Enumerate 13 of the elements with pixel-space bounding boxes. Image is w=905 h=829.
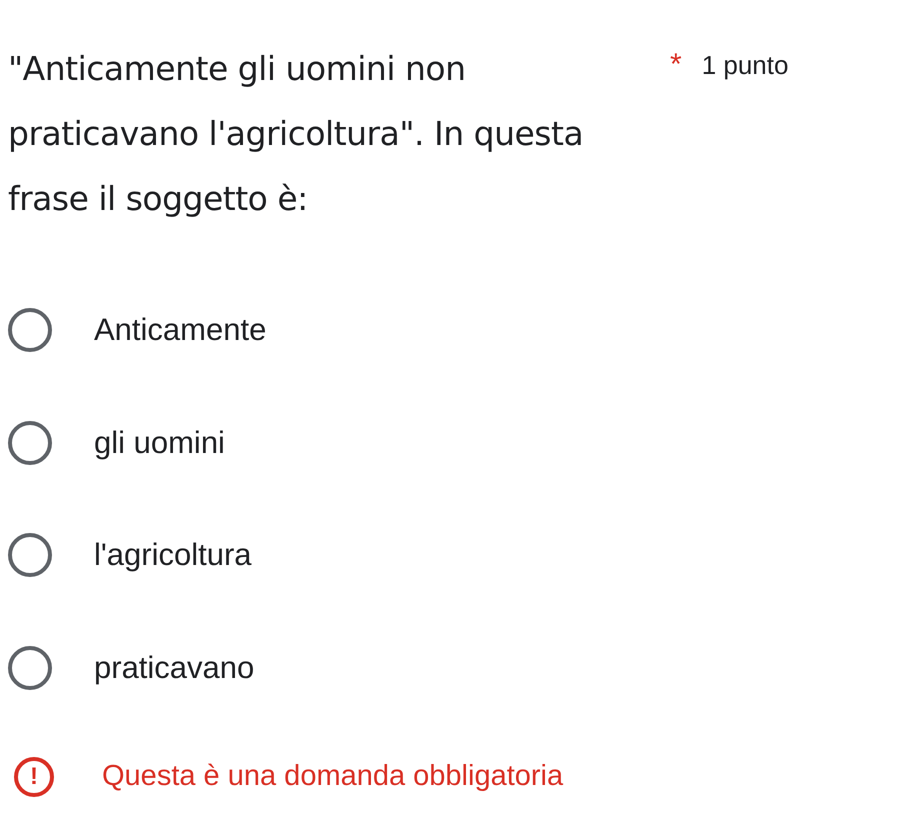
radio-button[interactable] [8, 308, 52, 352]
radio-button[interactable] [8, 533, 52, 578]
radio-button[interactable] [8, 420, 52, 465]
option-label: l'agricoltura [94, 536, 252, 574]
error-icon: ! [14, 756, 54, 797]
option-label: gli uomini [94, 424, 225, 462]
error-message: Questa è una domanda obbligatoria [102, 759, 564, 794]
required-asterisk: * [670, 47, 682, 83]
option-label: Anticamente [94, 311, 266, 349]
radio-button[interactable] [8, 646, 52, 690]
option-label: praticavano [94, 648, 254, 686]
question-text: "Anticamente gli uomini non praticavano l'agricoltura". In questa frase il soggetto è: [8, 48, 584, 220]
points-label: 1 punto [702, 49, 788, 82]
